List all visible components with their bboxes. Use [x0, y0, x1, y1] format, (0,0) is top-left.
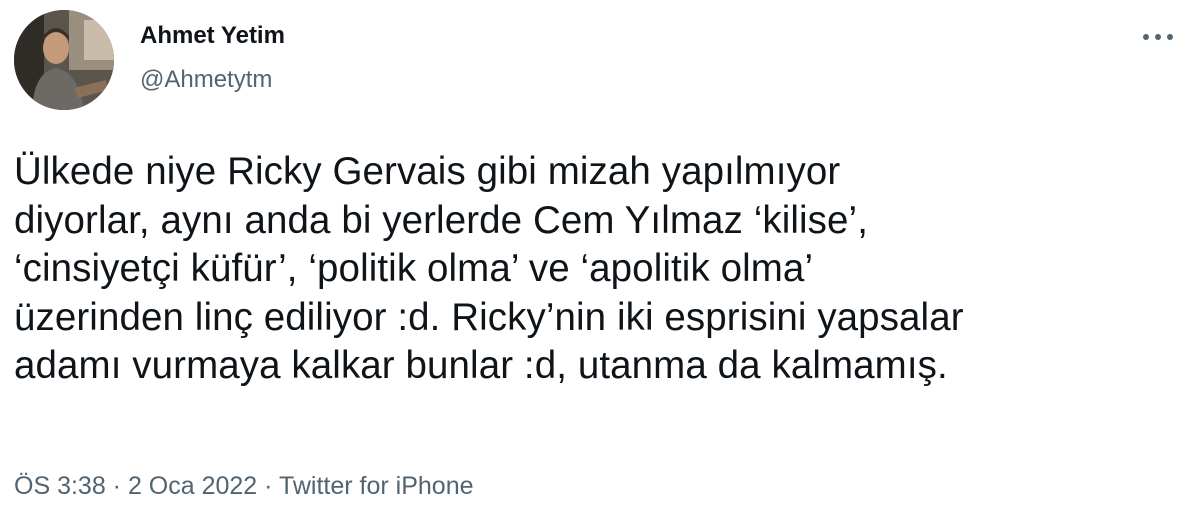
author-name[interactable]: Ahmet Yetim: [140, 22, 285, 50]
tweet-time[interactable]: ÖS 3:38: [14, 472, 106, 500]
more-options-button[interactable]: [1138, 22, 1178, 52]
tweet-meta: ÖS 3:38 · 2 Oca 2022 · Twitter for iPhon…: [14, 472, 474, 501]
meta-separator: ·: [105, 472, 128, 500]
tweet-card: Ahmet Yetim @Ahmetytm Ülkede niye Ricky …: [0, 0, 1200, 525]
avatar-photo: [14, 10, 114, 110]
tweet-date[interactable]: 2 Oca 2022: [128, 472, 257, 500]
avatar[interactable]: [14, 10, 114, 110]
meta-separator: ·: [257, 472, 279, 500]
more-horizontal-icon: [1143, 34, 1173, 40]
tweet-source[interactable]: Twitter for iPhone: [279, 472, 474, 500]
tweet-text: Ülkede niye Ricky Gervais gibi mizah yap…: [14, 150, 964, 387]
author-handle[interactable]: @Ahmetytm: [140, 66, 272, 94]
